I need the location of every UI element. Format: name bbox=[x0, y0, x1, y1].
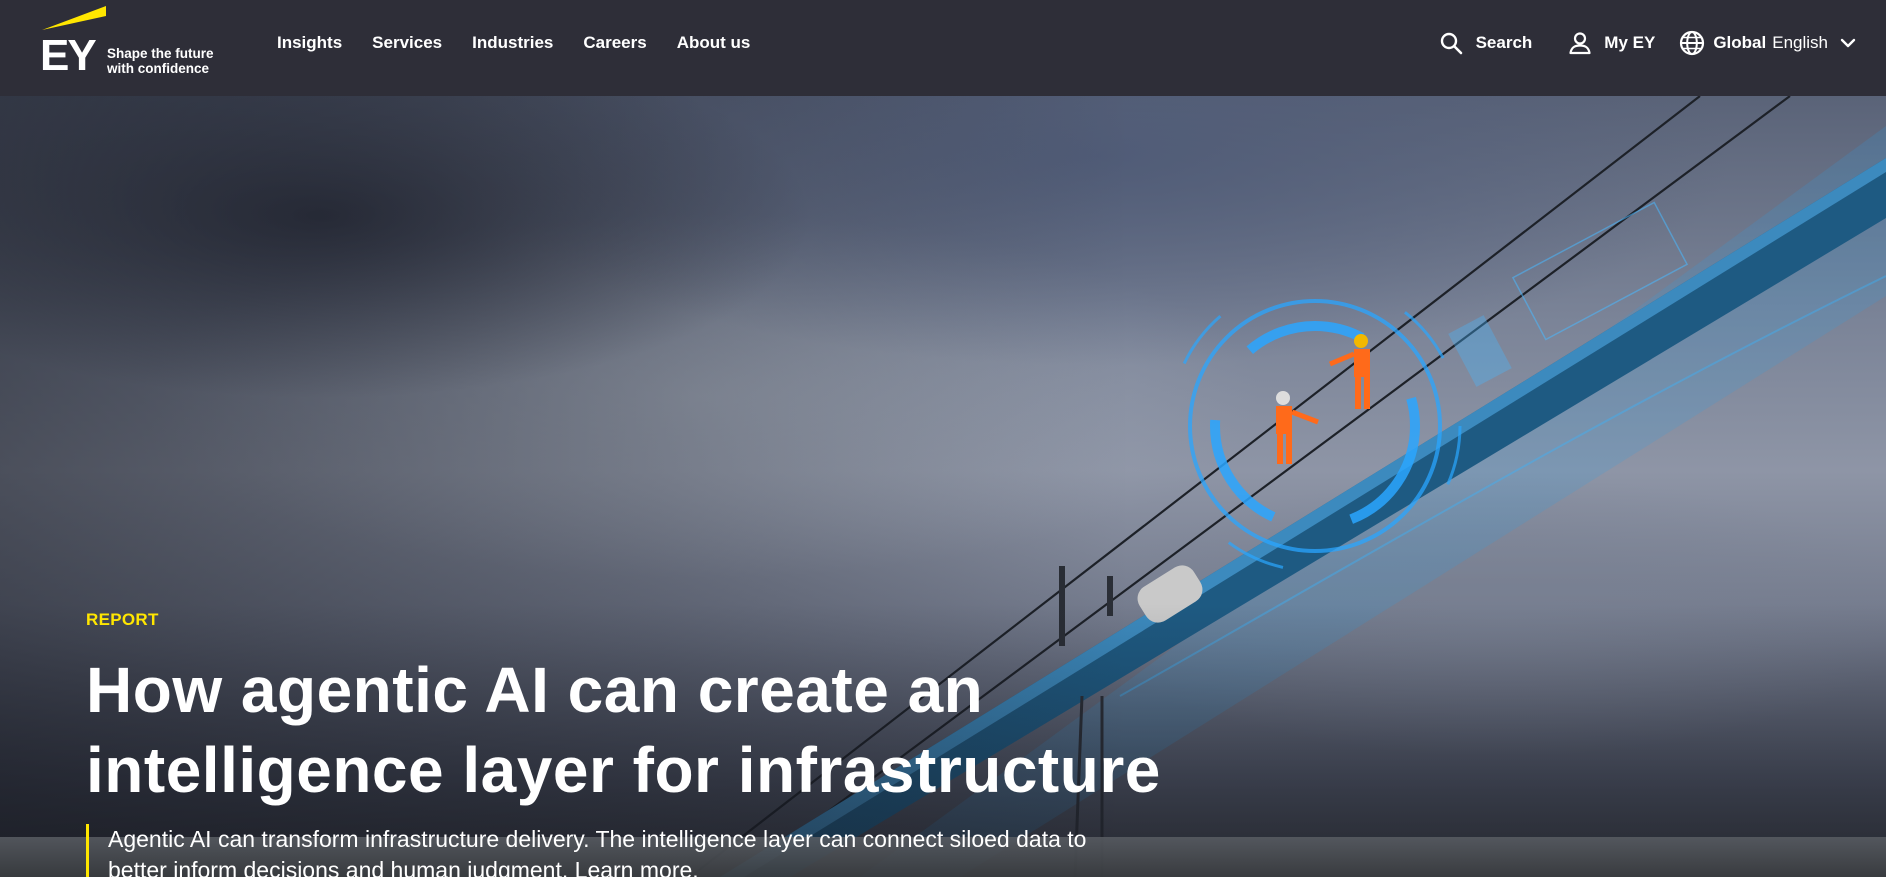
tagline-line-1: Shape the future bbox=[107, 46, 214, 61]
language-label: English bbox=[1772, 33, 1828, 52]
region-language-selector[interactable]: Global English bbox=[1679, 30, 1856, 56]
content-type-label: REPORT bbox=[86, 610, 159, 629]
ey-logo[interactable]: EY Shape the future with confidence bbox=[40, 4, 230, 84]
globe-icon bbox=[1680, 30, 1705, 56]
hero-banner[interactable]: REPORT How agentic AI can create an inte… bbox=[0, 96, 1886, 877]
headline-line-2: intelligence layer for infrastructure bbox=[86, 734, 1161, 806]
description-line-1: Agentic AI can transform infrastructure … bbox=[108, 826, 1087, 852]
nav-item-insights[interactable]: Insights bbox=[277, 33, 342, 53]
header-utilities: Search My EY Global English bbox=[1439, 0, 1856, 86]
nav-item-industries[interactable]: Industries bbox=[472, 33, 553, 53]
hero-headline[interactable]: How agentic AI can create an intelligenc… bbox=[86, 650, 1286, 810]
hero-content: REPORT How agentic AI can create an inte… bbox=[86, 610, 1286, 877]
search-button[interactable]: Search bbox=[1439, 31, 1533, 55]
my-ey-label: My EY bbox=[1604, 33, 1656, 52]
tagline-line-2: with confidence bbox=[107, 61, 210, 76]
description-line-2: better inform decisions and human judgme… bbox=[108, 857, 699, 877]
search-label: Search bbox=[1475, 33, 1533, 52]
headline-line-1: How agentic AI can create an bbox=[86, 654, 984, 726]
nav-item-about-us[interactable]: About us bbox=[677, 33, 751, 53]
logo-tagline: Shape the future with confidence bbox=[107, 46, 237, 76]
site-header: EY Shape the future with confidence Insi… bbox=[0, 0, 1886, 96]
logo-beam-icon bbox=[42, 6, 106, 30]
logo-mark: EY bbox=[40, 31, 97, 80]
region-label: Global bbox=[1713, 33, 1767, 52]
search-icon bbox=[1440, 32, 1462, 55]
chevron-down-icon bbox=[1840, 38, 1856, 48]
main-nav: Insights Services Industries Careers Abo… bbox=[277, 0, 780, 86]
nav-item-careers[interactable]: Careers bbox=[583, 33, 646, 53]
my-ey-button[interactable]: My EY bbox=[1568, 31, 1655, 55]
nav-item-services[interactable]: Services bbox=[372, 33, 442, 53]
user-icon bbox=[1569, 32, 1591, 55]
hero-description[interactable]: Agentic AI can transform infrastructure … bbox=[86, 824, 1226, 877]
